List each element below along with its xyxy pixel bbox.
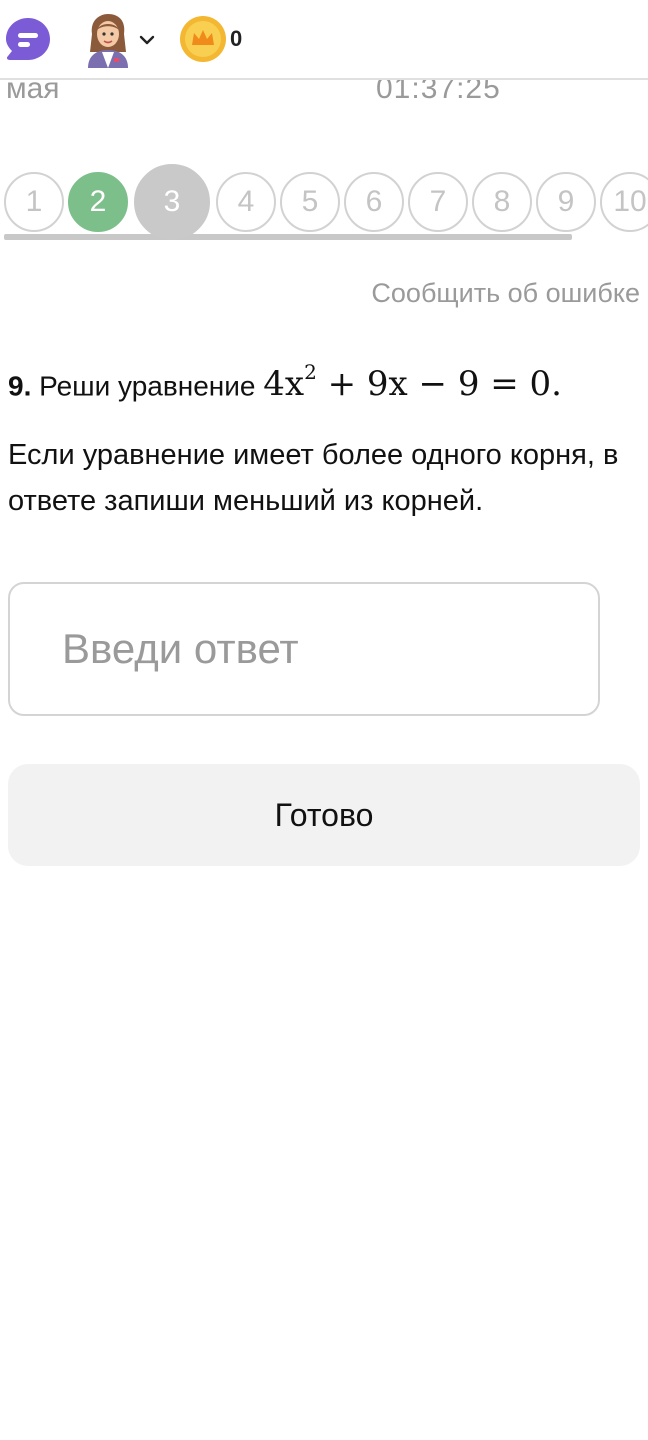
report-error-link[interactable]: Сообщить об ошибке [371, 278, 640, 309]
question-step-9[interactable]: 9 [536, 172, 596, 232]
question-step-6[interactable]: 6 [344, 172, 404, 232]
profile-menu[interactable] [84, 12, 164, 68]
question-instruction: Если уравнение имеет более одного корня,… [8, 439, 619, 517]
equation: 4x2 + 9x − 9 = 0. [263, 360, 562, 405]
coin-count: 0 [230, 26, 243, 51]
equation-exponent: 2 [304, 360, 317, 384]
question-text: 9. Реши уравнение 4x2 + 9x − 9 = 0. [8, 354, 640, 408]
question-step-5[interactable]: 5 [280, 172, 340, 232]
equation-rest: + 9x − 9 = 0. [327, 364, 562, 405]
question-step-1[interactable]: 1 [4, 172, 64, 232]
progress-track [4, 234, 572, 240]
chat-bubble-icon[interactable] [4, 16, 52, 64]
question-step-4[interactable]: 4 [216, 172, 276, 232]
question-step-7[interactable]: 7 [408, 172, 468, 232]
crown-coin-icon [180, 16, 226, 62]
question-progress: 1 2 3 4 5 6 7 8 9 10 [0, 160, 648, 250]
coin-balance: 0 [178, 14, 242, 64]
teacher-avatar-icon [88, 14, 128, 68]
question-number: 9. [8, 370, 32, 402]
question-step-10[interactable]: 10 [600, 172, 648, 232]
chevron-down-icon[interactable] [138, 31, 156, 49]
question-step-2[interactable]: 2 [68, 172, 128, 232]
question-step-3[interactable]: 3 [134, 164, 210, 240]
question-prompt: Реши уравнение [39, 370, 256, 402]
submit-button[interactable]: Готово [8, 764, 640, 866]
top-bar: 0 [0, 0, 648, 80]
answer-input[interactable] [8, 582, 600, 716]
question-step-8[interactable]: 8 [472, 172, 532, 232]
equation-base: 4x [263, 364, 305, 405]
